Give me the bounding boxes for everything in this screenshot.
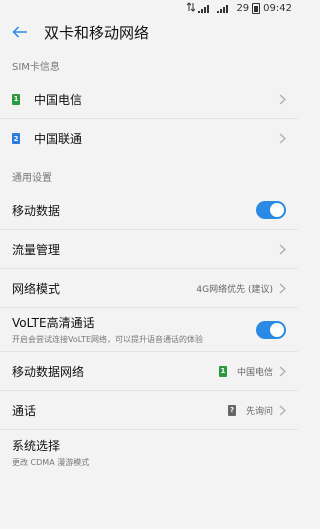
data-usage-row[interactable]: 流量管理 [0, 230, 298, 269]
volte-row[interactable]: VoLTE高清通话 开启会尝试连接VoLTE网络，可以提升语音通话的体验 [0, 308, 298, 352]
back-button[interactable] [10, 22, 30, 42]
sim1-badge-small: 1 [218, 365, 227, 377]
sim2-row[interactable]: 2 中国联通 [0, 119, 298, 158]
chevron-right-icon [279, 405, 286, 415]
sim1-badge: 1 [12, 93, 20, 105]
data-transfer-icon [187, 2, 196, 15]
calls-label: 通话 [12, 403, 37, 418]
sim1-row[interactable]: 1 中国电信 [0, 80, 298, 119]
status-bar: 29 09:42 [0, 0, 298, 17]
toggle-knob [270, 322, 284, 337]
sim2-label: 中国联通 [34, 132, 83, 146]
calls-value: 先询问 [245, 406, 273, 417]
system-select-text: 系统选择 更改 CDMA 漫游模式 [12, 437, 286, 468]
sim2-badge: 2 [12, 133, 20, 144]
data-usage-label: 流量管理 [12, 242, 61, 257]
mobile-data-network-row[interactable]: 移动数据网络 1 中国电信 [0, 352, 298, 391]
network-mode-row[interactable]: 网络模式 4G网络优先 (建议) [0, 269, 298, 308]
mobile-data-row[interactable]: 移动数据 [0, 191, 298, 230]
network-mode-label: 网络模式 [12, 281, 61, 296]
volte-label: VoLTE高清通话 [12, 316, 95, 330]
calls-row[interactable]: 通话 ? 先询问 [0, 391, 298, 430]
mobile-data-network-value: 中国电信 [236, 367, 273, 378]
system-select-label: 系统选择 [12, 438, 61, 453]
status-time: 09:42 [263, 3, 292, 14]
mobile-data-toggle[interactable] [256, 201, 286, 219]
mobile-data-network-label: 移动数据网络 [12, 364, 85, 379]
toggle-knob [270, 203, 284, 217]
network-mode-value: 4G网络优先 (建议) [196, 284, 273, 295]
signal-icon [198, 4, 214, 13]
volte-description: 开启会尝试连接VoLTE网络，可以提升语音通话的体验 [12, 335, 204, 344]
chevron-right-icon [279, 283, 286, 293]
ask-sim-badge: ? [227, 404, 236, 416]
system-select-row[interactable]: 系统选择 更改 CDMA 漫游模式 [0, 430, 298, 474]
mobile-data-label: 移动数据 [12, 203, 61, 218]
chevron-right-icon [279, 366, 286, 376]
system-select-description: 更改 CDMA 漫游模式 [12, 457, 90, 467]
signal-icon-2 [217, 4, 233, 13]
volte-toggle[interactable] [256, 320, 286, 339]
battery-level: 29 [236, 3, 250, 14]
section-header-sim: SIM卡信息 [12, 62, 60, 73]
settings-list: SIM卡信息 1 中国电信 2 中国联通 通用设置 移动数据 流量管理 网络模式… [0, 47, 298, 474]
app-header: 双卡和移动网络 [0, 17, 298, 47]
chevron-right-icon [279, 244, 286, 254]
battery-icon [252, 3, 261, 14]
chevron-right-icon [279, 94, 286, 104]
back-arrow-icon [12, 26, 27, 38]
section-header-general: 通用设置 [12, 173, 52, 184]
chevron-right-icon [279, 133, 286, 144]
sim1-label: 中国电信 [34, 92, 83, 107]
volte-text: VoLTE高清通话 开启会尝试连接VoLTE网络，可以提升语音通话的体验 [12, 314, 256, 345]
page-title: 双卡和移动网络 [44, 23, 150, 42]
